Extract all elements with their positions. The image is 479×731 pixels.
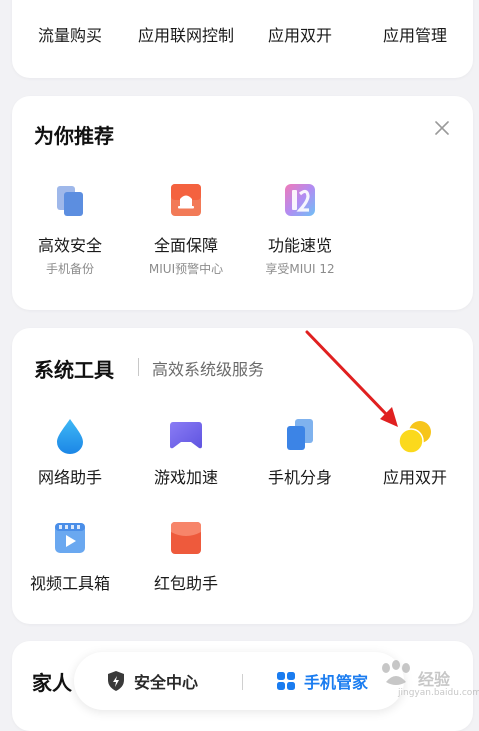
traffic-purchase-item[interactable]: 流量购买 — [12, 22, 128, 46]
phone-clone-icon — [287, 419, 313, 450]
app-management-label: 应用管理 — [382, 26, 447, 45]
miui12-item[interactable]: 功能速览 享受MIUI 12 — [242, 184, 358, 280]
red-envelope-item[interactable]: 红包助手 — [128, 522, 244, 593]
phone-clone-label: 手机分身 — [267, 468, 332, 487]
dual-apps-top-item[interactable]: 应用双开 — [242, 22, 358, 46]
app-network-control-label: 应用联网控制 — [137, 26, 234, 45]
alert-center-sublabel: MIUI预警中心 — [148, 262, 224, 276]
system-tools-card: 系统工具 高效系统级服务 网络助手 游戏加速 手机分身 应用双开 视频工具箱 红… — [12, 328, 473, 624]
grid-icon — [277, 672, 295, 690]
network-assistant-label: 网络助手 — [37, 468, 102, 487]
dual-apps-label: 应用双开 — [382, 468, 447, 487]
tab-phone-manager-label: 手机管家 — [304, 673, 369, 692]
traffic-purchase-label: 流量购买 — [37, 26, 102, 45]
dual-apps-top-label: 应用双开 — [267, 26, 332, 45]
shield-icon — [108, 671, 124, 691]
backup-item[interactable]: 高效安全 手机备份 — [12, 184, 128, 280]
game-boost-label: 游戏加速 — [153, 468, 218, 487]
tab-security-center-label: 安全中心 — [134, 673, 199, 692]
app-management-item[interactable]: 应用管理 — [357, 22, 473, 46]
recommend-title: 为你推荐 — [34, 124, 114, 148]
system-tools-title: 系统工具 — [34, 358, 114, 382]
network-assistant-item[interactable]: 网络助手 — [12, 418, 128, 488]
tab-phone-manager[interactable]: 手机管家 — [276, 652, 368, 710]
backup-sublabel: 手机备份 — [45, 262, 94, 276]
backup-label: 高效安全 — [37, 236, 102, 255]
bottom-navigation: 安全中心 手机管家 — [74, 652, 404, 710]
close-icon[interactable] — [432, 118, 452, 138]
quick-actions-card: 流量购买 应用联网控制 应用双开 应用管理 — [12, 0, 473, 78]
title-divider — [138, 358, 139, 376]
family-title: 家人 — [32, 671, 72, 695]
system-tools-subtitle: 高效系统级服务 — [152, 360, 265, 379]
tab-security-center[interactable]: 安全中心 — [106, 652, 198, 710]
video-toolbox-icon — [55, 523, 85, 553]
red-envelope-label: 红包助手 — [153, 574, 218, 593]
tab-separator — [242, 674, 243, 690]
recommend-card: 为你推荐 高效安全 手机备份 全面保障 MIUI预警中心 功能速览 享受MIUI… — [12, 96, 473, 310]
water-drop-icon — [57, 419, 83, 454]
app-network-control-item[interactable]: 应用联网控制 — [128, 22, 244, 46]
miui12-icon — [285, 184, 315, 216]
miui12-sublabel: 享受MIUI 12 — [265, 262, 335, 276]
video-toolbox-item[interactable]: 视频工具箱 — [12, 522, 128, 593]
phone-clone-item[interactable]: 手机分身 — [242, 418, 358, 488]
miui12-label: 功能速览 — [267, 236, 332, 255]
gamepad-icon — [170, 422, 202, 449]
game-boost-item[interactable]: 游戏加速 — [128, 418, 244, 488]
alert-center-item[interactable]: 全面保障 MIUI预警中心 — [128, 184, 244, 280]
backup-icon — [57, 186, 83, 216]
alert-center-icon — [171, 184, 201, 216]
video-toolbox-label: 视频工具箱 — [29, 574, 110, 593]
dual-apps-item[interactable]: 应用双开 — [357, 418, 473, 488]
alert-center-label: 全面保障 — [153, 236, 218, 255]
red-envelope-icon — [171, 522, 201, 554]
dual-apps-icon — [398, 421, 431, 454]
